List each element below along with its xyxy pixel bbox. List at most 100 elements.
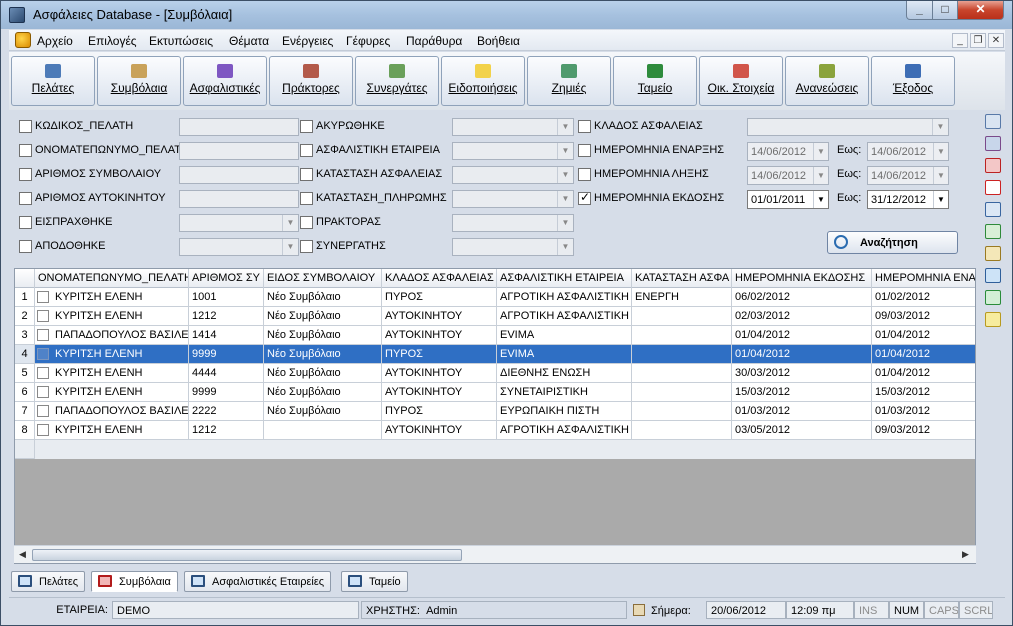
column-header[interactable]: ΑΣΦΑΛΙΣΤΙΚΗ ΕΤΑΙΡΕΙΑ (497, 269, 632, 288)
report-icon[interactable] (985, 246, 1001, 261)
table-cell[interactable]: 06/02/2012 (732, 288, 872, 307)
notifications-button[interactable]: Ειδοποιήσεις (441, 56, 525, 106)
menu-bridges[interactable]: Γέφυρες (346, 34, 390, 48)
menu-file[interactable]: Αρχείο (37, 34, 73, 48)
table-cell[interactable]: Νέο Συμβόλαιο (264, 383, 382, 402)
collected-checkbox[interactable] (19, 216, 32, 229)
new-row[interactable] (15, 440, 975, 459)
table-cell[interactable]: ΑΥΤΟΚΙΝΗΤΟΥ (382, 326, 497, 345)
customers-button[interactable]: Πελάτες (11, 56, 95, 106)
table-cell[interactable]: Νέο Συμβόλαιο (264, 288, 382, 307)
table-cell[interactable]: ΠΑΠΑΔΟΠΟΥΛΟΣ ΒΑΣΙΛΕΙΟΣ (35, 402, 189, 421)
table-cell[interactable] (632, 326, 732, 345)
export-icon[interactable] (985, 268, 1001, 283)
row-checkbox[interactable] (37, 310, 49, 322)
tab-contracts[interactable]: Συμβόλαια (91, 571, 178, 592)
tab-insurers[interactable]: Ασφαλιστικές Εταιρείες (184, 571, 332, 592)
table-cell[interactable] (264, 421, 382, 440)
table-cell[interactable]: 1414 (189, 326, 264, 345)
table-cell[interactable]: Νέο Συμβόλαιο (264, 402, 382, 421)
customer-name-input[interactable] (179, 142, 299, 160)
table-cell[interactable] (632, 421, 732, 440)
table-row[interactable]: 6 ΚΥΡΙΤΣΗ ΕΛΕΝΗ 9999 Νέο Συμβόλαιο ΑΥΤΟΚΙΝΗΤ… (15, 383, 975, 402)
customer-name-checkbox[interactable] (19, 144, 32, 157)
table-cell[interactable]: ΠΥΡΟΣ (382, 345, 497, 364)
table-cell[interactable]: 01/04/2012 (732, 345, 872, 364)
agent-select[interactable]: ▼ (452, 214, 574, 232)
table-cell[interactable]: ΠΑΠΑΔΟΠΟΥΛΟΣ ΒΑΣΙΛΕΙΟΣ (35, 326, 189, 345)
menu-options[interactable]: Επιλογές (88, 34, 137, 48)
customer-code-checkbox[interactable] (19, 120, 32, 133)
table-cell[interactable]: ΚΥΡΙΤΣΗ ΕΛΕΝΗ (35, 364, 189, 383)
column-header[interactable]: ΚΛΑΔΟΣ ΑΣΦΑΛΕΙΑΣ (382, 269, 497, 288)
table-cell[interactable] (632, 307, 732, 326)
insurance-branch-select[interactable]: ▼ (747, 118, 949, 136)
scroll-right-icon[interactable]: ▶ (962, 549, 969, 560)
table-cell[interactable]: ΣΥΝΕΤΑΙΡΙΣΤΙΚΗ (497, 383, 632, 402)
contract-number-input[interactable] (179, 166, 299, 184)
excel-icon[interactable] (985, 224, 1001, 239)
menu-prints[interactable]: Εκτυπώσεις (149, 34, 213, 48)
row-checkbox[interactable] (37, 329, 49, 341)
table-row[interactable]: 3ΠΑΠΑΔΟΠΟΥΛΟΣ ΒΑΣΙΛΕΙΟΣ1414Νέο Συμβόλαιο… (15, 326, 975, 345)
damages-button[interactable]: Ζημιές (527, 56, 611, 106)
table-cell[interactable]: 4444 (189, 364, 264, 383)
contracts-button[interactable]: Συμβόλαια (97, 56, 181, 106)
tab-customers[interactable]: Πελάτες (11, 571, 86, 592)
table-cell[interactable]: ΚΥΡΙΤΣΗ ΕΛΕΝΗ (35, 288, 189, 307)
edit-icon[interactable] (985, 136, 1001, 151)
table-cell[interactable]: ΕΝΕΡΓΗ (632, 288, 732, 307)
end-date-to[interactable]: 14/06/2012 ▼ (867, 166, 949, 185)
child-minimize-button[interactable]: _ (952, 33, 968, 48)
table-cell[interactable]: 01/03/2012 (732, 402, 872, 421)
car-number-checkbox[interactable] (19, 192, 32, 205)
menu-help[interactable]: Βοήθεια (477, 34, 520, 48)
table-cell[interactable]: ΑΥΤΟΚΙΝΗΤΟΥ (382, 383, 497, 402)
row-checkbox[interactable] (37, 386, 49, 398)
cashbox-button[interactable]: Ταμείο (613, 56, 697, 106)
table-cell[interactable]: ΑΓΡΟΤΙΚΗ ΑΣΦΑΛΙΣΤΙΚΗ (497, 421, 632, 440)
table-cell[interactable]: ΚΥΡΙΤΣΗ ΕΛΕΝΗ (35, 307, 189, 326)
renewals-button[interactable]: Ανανεώσεις (785, 56, 869, 106)
row-checkbox[interactable] (37, 405, 49, 417)
app-icon[interactable] (9, 7, 25, 23)
table-cell[interactable]: 9999 (189, 345, 264, 364)
payment-status-select[interactable]: ▼ (452, 190, 574, 208)
table-cell[interactable]: 2222 (189, 402, 264, 421)
collected-select[interactable]: ▼ (179, 214, 299, 232)
table-cell[interactable]: Νέο Συμβόλαιο (264, 364, 382, 383)
tab-cashbox[interactable]: Ταμείο (341, 571, 408, 592)
menu-actions[interactable]: Ενέργειες (282, 34, 333, 48)
insurer-select[interactable]: ▼ (452, 142, 574, 160)
column-header[interactable]: ΗΜΕΡΟΜΗΝΙΑ ΕΝΑΡ (872, 269, 975, 288)
row-checkbox[interactable] (37, 348, 49, 360)
issue-date-to[interactable]: 31/12/2012 ▼ (867, 190, 949, 209)
table-cell[interactable]: 02/03/2012 (732, 307, 872, 326)
table-cell[interactable]: 1212 (189, 421, 264, 440)
insurance-branch-checkbox[interactable] (578, 120, 591, 133)
menu-topics[interactable]: Θέματα (229, 34, 269, 48)
table-cell[interactable]: 9999 (189, 383, 264, 402)
table-cell[interactable]: ΠΥΡΟΣ (382, 402, 497, 421)
table-cell[interactable]: ΑΥΤΟΚΙΝΗΤΟΥ (382, 421, 497, 440)
table-cell[interactable]: EVIMA (497, 345, 632, 364)
column-header[interactable]: ΑΡΙΘΜΟΣ ΣΥ (189, 269, 264, 288)
table-cell[interactable]: ΕΥΡΩΠΑΙΚΗ ΠΙΣΤΗ (497, 402, 632, 421)
document-menu-icon[interactable] (15, 32, 31, 48)
table-cell[interactable]: 09/03/2012 (872, 421, 975, 440)
title-bar[interactable]: Ασφάλειες Database - [Συμβόλαια] _ □ ✕ (1, 1, 1012, 29)
partners-button[interactable]: Συνεργάτες (355, 56, 439, 106)
contract-number-checkbox[interactable] (19, 168, 32, 181)
table-row[interactable]: 4 ΚΥΡΙΤΣΗ ΕΛΕΝΗ 9999 Νέο Συμβόλαιο ΠΥΡΟΣ EVIM… (15, 345, 975, 364)
table-row[interactable]: 1 ΚΥΡΙΤΣΗ ΕΛΕΝΗ 1001 Νέο Συμβόλαιο ΠΥΡΟΣ ΑΓΡΟ… (15, 288, 975, 307)
new-icon[interactable] (985, 180, 1001, 195)
row-checkbox[interactable] (37, 367, 49, 379)
table-cell[interactable]: ΠΥΡΟΣ (382, 288, 497, 307)
help-icon[interactable] (985, 312, 1001, 327)
scroll-left-icon[interactable]: ◀ (19, 549, 26, 560)
agent-checkbox[interactable] (300, 216, 313, 229)
table-cell[interactable]: 1001 (189, 288, 264, 307)
table-cell[interactable]: Νέο Συμβόλαιο (264, 307, 382, 326)
exit-button[interactable]: Έξοδος (871, 56, 955, 106)
table-cell[interactable]: ΑΥΤΟΚΙΝΗΤΟΥ (382, 307, 497, 326)
